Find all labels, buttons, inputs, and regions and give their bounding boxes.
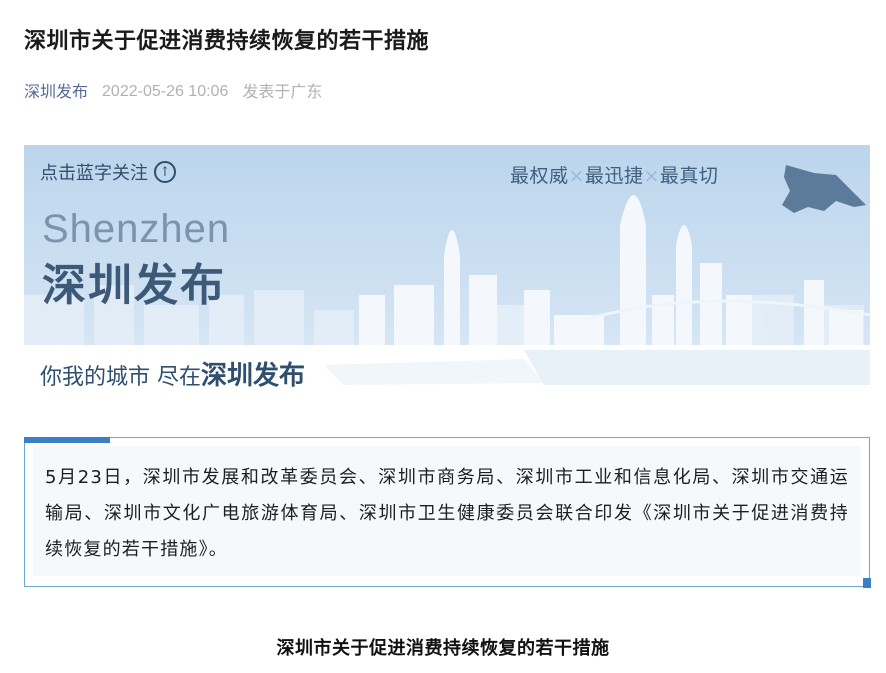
publish-location: 发表于广东 — [242, 82, 323, 101]
slogan-item: 最真切 — [659, 165, 719, 187]
tagline-prefix: 你我的城市 尽在 — [40, 365, 201, 390]
slogan-item: 最迅捷 — [584, 165, 644, 187]
slogan-separator: × — [643, 165, 660, 187]
author-link[interactable]: 深圳发布 — [24, 78, 88, 106]
slogan-item: 最权威 — [510, 165, 569, 187]
banner-slogan: 最权威×最迅捷×最真切 — [510, 161, 718, 188]
arrow-up-icon: ↑ — [154, 161, 176, 183]
publish-date: 2022-05-26 10:06 — [102, 83, 229, 100]
follow-text: 点击蓝字关注 — [40, 163, 148, 184]
tagline-emphasis: 深圳发布 — [201, 361, 306, 391]
article-title: 深圳市关于促进消费持续恢复的若干措施 — [24, 29, 430, 54]
follow-prompt[interactable]: 点击蓝字关注 ↑ — [40, 159, 176, 185]
section-heading: 深圳市关于促进消费持续恢复的若干措施 — [276, 638, 610, 659]
box-accent-bottom — [862, 577, 871, 588]
box-accent-top — [23, 436, 110, 443]
intro-paragraph: 5月23日，深圳市发展和改革委员会、深圳市商务局、深圳市工业和信息化局、深圳市交… — [45, 467, 849, 560]
header-banner[interactable]: 点击蓝字关注 ↑ 最权威×最迅捷×最真切 Shenzhen 深圳发布 你我的城市… — [24, 145, 870, 407]
intro-box: 5月23日，深圳市发展和改革委员会、深圳市商务局、深圳市工业和信息化局、深圳市交… — [23, 436, 871, 588]
intro-box-inner: 5月23日，深圳市发展和改革委员会、深圳市商务局、深圳市工业和信息化局、深圳市交… — [33, 446, 861, 576]
slogan-separator: × — [568, 165, 585, 187]
article-meta: 深圳发布 2022-05-26 10:06 发表于广东 — [24, 78, 322, 106]
banner-tagline: 你我的城市 尽在深圳发布 — [40, 355, 305, 392]
brand-name-en: Shenzhen — [42, 207, 231, 251]
brand-name-cn: 深圳发布 — [42, 260, 226, 311]
